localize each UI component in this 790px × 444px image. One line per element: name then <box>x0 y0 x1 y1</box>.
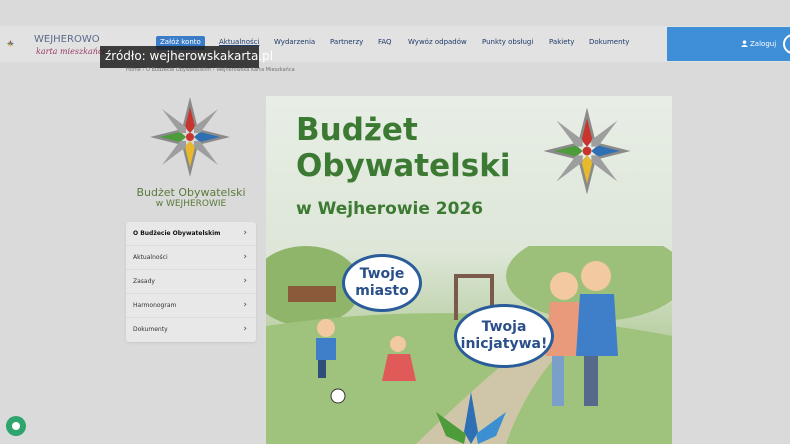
logo-subtitle: karta mieszkańca <box>36 47 108 56</box>
speech-bubble-city: Twoje miasto <box>342 254 422 312</box>
sidebar-title: Budżet Obywatelski <box>136 186 246 199</box>
nav-waste[interactable]: Wywóz odpadów <box>408 38 467 52</box>
chevron-right-icon: › <box>243 228 247 238</box>
breadcrumb[interactable]: Home › O Budżecie Obywatelskim › Wejhero… <box>126 67 295 73</box>
bubble-line: miasto <box>355 283 409 299</box>
nav-events[interactable]: Wydarzenia <box>274 38 315 52</box>
nav-faq[interactable]: FAQ <box>378 38 392 52</box>
nav-service-points[interactable]: Punkty obsługi <box>482 38 533 52</box>
budget-poster: Budżet Obywatelski w Wejherowie 2026 Two… <box>266 96 672 444</box>
sidebar-item-about[interactable]: O Budżecie Obywatelskim › <box>126 222 256 246</box>
sidebar-item-news[interactable]: Aktualności › <box>126 246 256 270</box>
login-label: Zaloguj <box>750 40 777 48</box>
nav-packages[interactable]: Pakiety <box>549 38 574 52</box>
sidebar-item-label: Aktualności <box>133 254 168 261</box>
bubble-line: Twoja <box>481 319 527 335</box>
bubble-line: Twoje <box>359 266 405 282</box>
nav-partners[interactable]: Partnerzy <box>330 38 363 52</box>
sidebar-subtitle: w WEJHEROWIE <box>155 199 227 209</box>
chevron-right-icon: › <box>243 324 247 334</box>
sidebar-item-rules[interactable]: Zasady › <box>126 270 256 294</box>
budget-star-logo <box>150 97 230 177</box>
poster-title-line1: Budżet <box>296 112 418 148</box>
source-overlay: źródło: wejherowskakarta.pl <box>100 46 273 68</box>
sidebar-item-documents[interactable]: Dokumenty › <box>126 318 256 342</box>
user-icon <box>741 40 748 47</box>
page: WEJHEROWO karta mieszkańca Załóż konto A… <box>0 0 790 444</box>
sidebar-menu: O Budżecie Obywatelskim › Aktualności › … <box>126 222 256 342</box>
budget-star-logo <box>543 107 631 195</box>
sidebar-item-schedule[interactable]: Harmonogram › <box>126 294 256 318</box>
logo-title: WEJHEROWO <box>34 34 100 45</box>
sidebar-item-label: Dokumenty <box>133 326 168 333</box>
chevron-right-icon: › <box>243 276 247 286</box>
star-logo-fragment <box>436 392 506 444</box>
sidebar-item-label: O Budżecie Obywatelskim <box>133 230 221 237</box>
cookie-settings-button[interactable] <box>6 416 26 436</box>
bubble-line: inicjatywa! <box>460 336 548 352</box>
poster-title-line2: Obywatelski <box>296 148 511 184</box>
chevron-right-icon: › <box>243 300 247 310</box>
sidebar-item-label: Harmonogram <box>133 302 177 309</box>
speech-bubble-initiative: Twoja inicjatywa! <box>454 304 554 368</box>
poster-subtitle: w Wejherowie 2026 <box>296 199 484 219</box>
wejherowo-logo[interactable] <box>6 30 36 58</box>
nav-documents[interactable]: Dokumenty <box>589 38 629 52</box>
language-icon[interactable] <box>783 34 790 54</box>
chevron-right-icon: › <box>243 252 247 262</box>
sidebar-item-label: Zasady <box>133 278 155 285</box>
login-button[interactable]: Zaloguj <box>667 27 790 61</box>
